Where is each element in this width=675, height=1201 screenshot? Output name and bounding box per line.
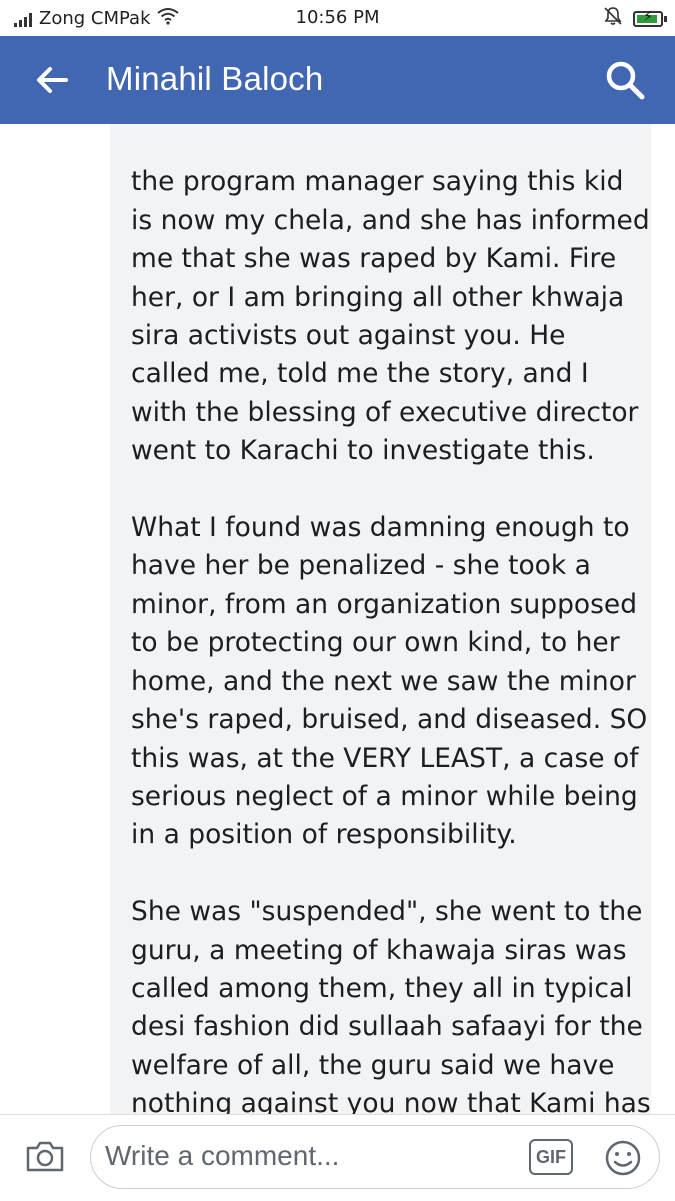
app-bar: Minahil Baloch — [0, 36, 675, 124]
comment-paragraph: She was "suspended", she went to the gur… — [131, 896, 651, 1114]
clock: 10:56 PM — [295, 7, 380, 28]
search-icon — [606, 61, 645, 100]
emoji-icon — [605, 1140, 641, 1176]
comment-placeholder: Write a comment... — [105, 1140, 340, 1171]
notification-muted-icon — [603, 6, 623, 31]
comment-composer: Write a comment... GIF — [0, 1114, 675, 1201]
page-title: Minahil Baloch — [106, 60, 324, 97]
status-bar: Zong CMPak 10:56 PM ⚡ — [0, 0, 675, 36]
comment-paragraph: What I found was damning enough to have … — [131, 512, 648, 851]
comment-paragraph: the program manager saying this kid is n… — [131, 166, 650, 467]
status-right: ⚡ — [603, 6, 667, 31]
battery-icon: ⚡ — [633, 9, 667, 27]
comment-input[interactable]: Write a comment... GIF — [90, 1125, 660, 1189]
camera-button[interactable] — [22, 1133, 68, 1179]
emoji-button[interactable] — [599, 1134, 647, 1182]
camera-icon — [26, 1141, 64, 1172]
arrow-left-icon — [37, 67, 68, 93]
comment-text: the program manager saying this kid is n… — [131, 124, 651, 1114]
search-button[interactable] — [599, 54, 651, 106]
gif-button[interactable]: GIF — [529, 1139, 573, 1175]
comment-bubble: the program manager saying this kid is n… — [110, 124, 651, 1114]
back-button[interactable] — [28, 56, 76, 104]
